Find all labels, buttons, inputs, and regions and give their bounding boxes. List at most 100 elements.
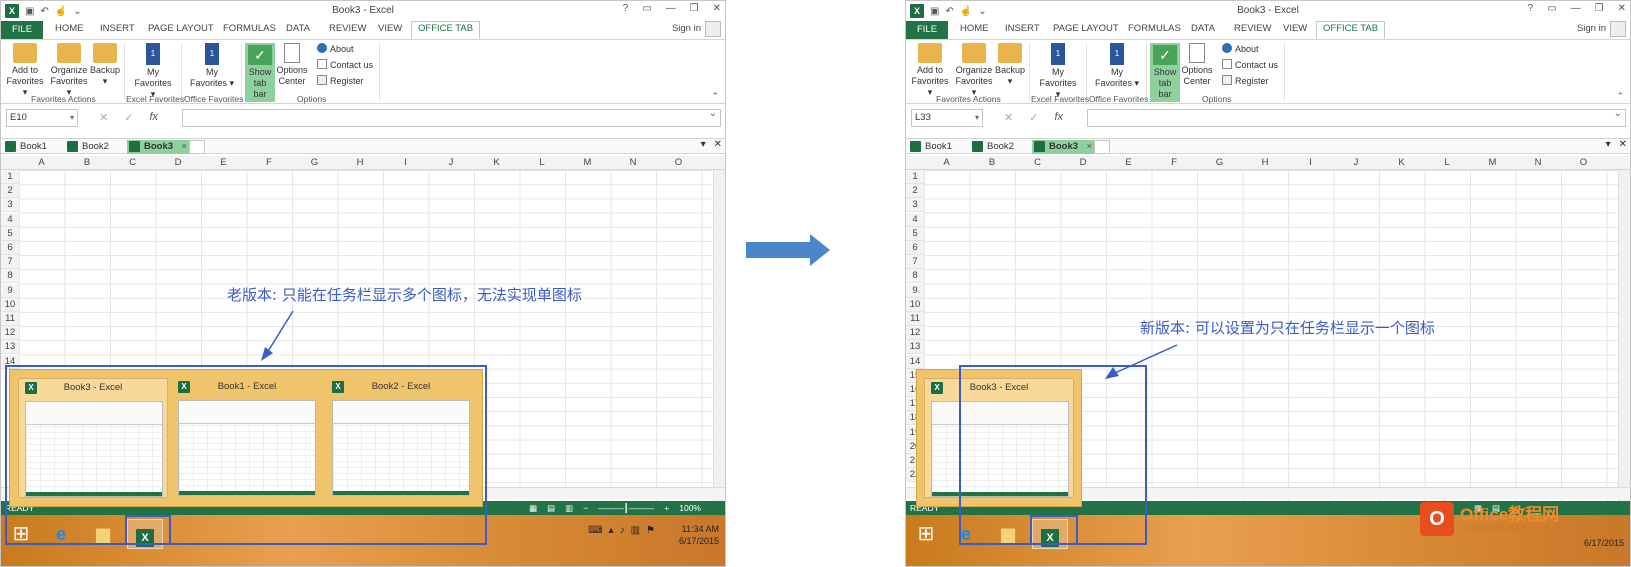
cancel-icon[interactable]: ✕ — [99, 111, 108, 124]
column-header[interactable]: O — [1561, 156, 1606, 170]
row-header[interactable]: 1 — [1, 170, 19, 184]
row-header[interactable]: 2 — [906, 184, 924, 199]
workbook-tab-book1[interactable]: Book1 — [3, 140, 63, 154]
row-header[interactable]: 8 — [1, 269, 19, 284]
column-header[interactable]: G — [1197, 156, 1242, 170]
normal-view-icon[interactable]: ▦ — [529, 501, 537, 515]
tab-home[interactable]: HOME — [55, 23, 84, 34]
restore-button[interactable]: ❐ — [690, 3, 699, 14]
tab-home[interactable]: HOME — [960, 23, 989, 34]
row-header[interactable]: 12 — [906, 326, 924, 341]
zoom-slider[interactable]: ———┃——— — [598, 501, 654, 515]
volume-icon[interactable]: ♪ — [620, 525, 625, 536]
clock[interactable]: 11:34 AM 6/17/2015 — [679, 523, 719, 547]
row-header[interactable]: 4 — [906, 212, 924, 227]
tab-page-layout[interactable]: PAGE LAYOUT — [1053, 23, 1119, 34]
avatar[interactable] — [1610, 21, 1626, 37]
column-header[interactable]: G — [292, 156, 337, 170]
show-hidden-icons-icon[interactable]: ▴ — [609, 525, 614, 536]
my-favorites-excel-button[interactable]: 1 My Favorites ▾ — [1036, 43, 1080, 100]
column-header[interactable]: I — [1288, 156, 1333, 170]
tab-insert[interactable]: INSERT — [1005, 23, 1040, 34]
row-header[interactable]: 11 — [906, 312, 924, 326]
row-header[interactable]: 3 — [1, 198, 19, 213]
network-icon[interactable]: ▥ — [631, 525, 640, 536]
vertical-scrollbar[interactable] — [1618, 170, 1630, 501]
ribbon-display-icon[interactable]: ▭ — [642, 3, 651, 14]
avatar[interactable] — [705, 21, 721, 37]
column-header[interactable]: O — [656, 156, 701, 170]
page-layout-view-icon[interactable]: ▤ — [547, 501, 555, 515]
tab-data[interactable]: DATA — [286, 23, 310, 34]
column-header[interactable]: H — [338, 156, 383, 170]
close-tab-icon[interactable]: × — [1086, 140, 1092, 154]
row-header[interactable]: 5 — [1, 226, 19, 241]
workbook-tab-book2[interactable]: Book2 — [970, 140, 1030, 154]
tab-office-tab[interactable]: OFFICE TAB — [411, 21, 481, 39]
tab-insert[interactable]: INSERT — [100, 23, 135, 34]
tab-data[interactable]: DATA — [1191, 23, 1215, 34]
vertical-scrollbar[interactable] — [713, 170, 725, 501]
collapse-ribbon-icon[interactable]: ⌃ — [1616, 91, 1624, 102]
my-favorites-office-button[interactable]: 1 My Favorites ▾ — [189, 43, 235, 89]
column-header[interactable]: A — [19, 156, 64, 170]
column-header[interactable]: D — [1061, 156, 1106, 170]
insert-function-icon[interactable]: fx — [149, 111, 158, 124]
column-header[interactable]: E — [1106, 156, 1151, 170]
column-header[interactable]: L — [1425, 156, 1470, 170]
minimize-button[interactable]: — — [1571, 3, 1581, 14]
tab-office-tab[interactable]: OFFICE TAB — [1316, 21, 1386, 39]
tab-page-layout[interactable]: PAGE LAYOUT — [148, 23, 214, 34]
enter-icon[interactable]: ✓ — [1029, 111, 1038, 124]
backup-button[interactable]: Backup ▾ — [994, 43, 1026, 87]
workbook-tab-book2[interactable]: Book2 — [65, 140, 125, 154]
workbook-tab-book1[interactable]: Book1 — [908, 140, 968, 154]
contact-us-button[interactable]: Contact us — [317, 59, 373, 70]
cancel-icon[interactable]: ✕ — [1004, 111, 1013, 124]
column-header[interactable]: D — [156, 156, 201, 170]
close-tab-icon[interactable]: × — [181, 140, 187, 154]
row-header[interactable]: 10 — [1, 297, 19, 312]
windows-start-icon[interactable]: ⊞ — [908, 519, 944, 549]
column-header[interactable]: C — [110, 156, 155, 170]
column-header[interactable]: I — [383, 156, 428, 170]
about-button[interactable]: About — [1222, 43, 1259, 54]
column-header[interactable]: H — [1243, 156, 1288, 170]
close-button[interactable]: ✕ — [713, 3, 721, 14]
row-header[interactable]: 2 — [1, 184, 19, 199]
sign-in-link[interactable]: Sign in — [1577, 23, 1606, 34]
tab-review[interactable]: REVIEW — [329, 23, 366, 34]
workbook-tab-book3[interactable]: Book3 × — [127, 140, 192, 154]
workbook-tab-book3[interactable]: Book3 × — [1032, 140, 1097, 154]
column-header[interactable]: F — [1152, 156, 1197, 170]
contact-us-button[interactable]: Contact us — [1222, 59, 1278, 70]
tab-file[interactable]: FILE — [1, 21, 43, 39]
column-header[interactable]: C — [1015, 156, 1060, 170]
tab-list-icon[interactable]: ▾ — [1606, 139, 1611, 150]
row-header[interactable]: 6 — [1, 241, 19, 255]
my-favorites-excel-button[interactable]: 1 My Favorites ▾ — [131, 43, 175, 100]
column-header[interactable]: A — [924, 156, 969, 170]
collapse-ribbon-icon[interactable]: ⌃ — [711, 91, 719, 102]
row-header[interactable]: 9 — [906, 283, 924, 298]
column-header[interactable]: J — [1334, 156, 1379, 170]
options-center-button[interactable]: Options Center — [1180, 43, 1214, 87]
register-button[interactable]: Register — [1222, 75, 1269, 86]
options-center-button[interactable]: Options Center — [275, 43, 309, 87]
row-header[interactable]: 7 — [906, 255, 924, 270]
enter-icon[interactable]: ✓ — [124, 111, 133, 124]
organize-favorites-button[interactable]: Organize Favorites ▾ — [952, 43, 996, 98]
backup-button[interactable]: Backup ▾ — [89, 43, 121, 87]
help-icon[interactable]: ? — [623, 3, 629, 14]
row-header[interactable]: 1 — [906, 170, 924, 184]
close-workbook-icon[interactable]: ✕ — [1619, 139, 1627, 150]
ribbon-display-icon[interactable]: ▭ — [1547, 3, 1556, 14]
insert-function-icon[interactable]: fx — [1054, 111, 1063, 124]
row-header[interactable]: 9 — [1, 283, 19, 298]
row-header[interactable]: 6 — [906, 241, 924, 255]
help-icon[interactable]: ? — [1528, 3, 1534, 14]
column-header[interactable]: K — [474, 156, 519, 170]
column-header[interactable]: L — [520, 156, 565, 170]
zoom-out-icon[interactable]: − — [583, 501, 588, 515]
formula-input[interactable] — [182, 108, 721, 127]
